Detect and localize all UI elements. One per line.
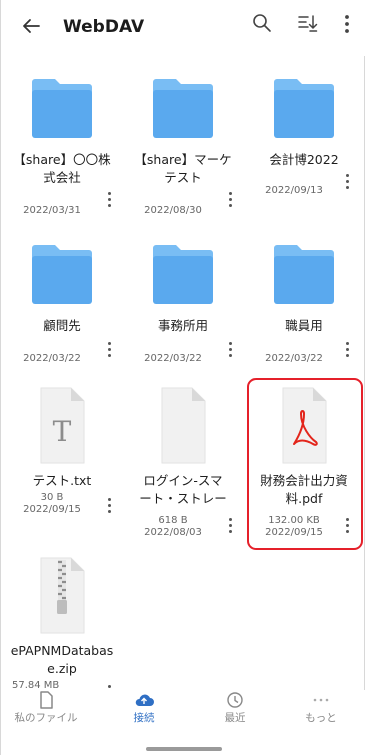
search-icon[interactable] xyxy=(251,12,273,34)
generic-file-icon xyxy=(161,387,206,464)
text-file-icon: T xyxy=(40,387,85,464)
item-name: 会計博2022 xyxy=(269,152,339,167)
nav-recent[interactable]: 最近 xyxy=(190,690,280,738)
item-date: 2022/03/22 xyxy=(265,353,323,364)
app-bar: WebDAV xyxy=(1,0,365,56)
folder-tile[interactable]: 【share】マーケ テスト 2022/08/30 xyxy=(123,74,243,236)
item-name: 【share】マーケ テスト xyxy=(134,152,232,185)
zip-file-icon xyxy=(40,557,85,634)
clock-icon xyxy=(227,692,243,708)
sort-icon[interactable] xyxy=(297,12,319,34)
page-title: WebDAV xyxy=(63,17,145,37)
file-grid: 【share】〇〇株 式会社 2022/03/31 【share】マーケ テスト… xyxy=(1,56,365,700)
folder-icon xyxy=(32,245,92,304)
more-vertical-icon[interactable] xyxy=(341,12,353,36)
item-date: 2022/03/31 xyxy=(23,205,81,216)
item-menu-icon[interactable] xyxy=(227,192,233,210)
folder-icon xyxy=(153,79,213,138)
item-name: 顧問先 xyxy=(43,318,81,333)
item-date: 2022/03/22 xyxy=(23,353,81,364)
home-indicator xyxy=(146,747,222,751)
more-horizontal-icon xyxy=(313,698,329,702)
item-menu-icon[interactable] xyxy=(227,342,233,360)
nav-more[interactable]: もっと xyxy=(276,690,365,738)
folder-tile[interactable]: 職員用 2022/03/22 xyxy=(244,240,364,380)
folder-tile[interactable]: 会計博2022 2022/09/13 xyxy=(244,74,364,236)
item-menu-icon[interactable] xyxy=(227,518,233,536)
item-name: 【share】〇〇株 式会社 xyxy=(13,152,111,185)
bottom-navigation: 私のファイル 接続 最近 もっと xyxy=(1,690,365,755)
nav-label: もっと xyxy=(305,712,337,724)
folder-icon xyxy=(274,245,334,304)
svg-text:T: T xyxy=(53,415,72,448)
item-date: 2022/09/15 xyxy=(23,504,81,515)
item-menu-icon[interactable] xyxy=(106,498,112,516)
folder-icon xyxy=(32,79,92,138)
selected-item-highlight xyxy=(247,378,363,550)
item-menu-icon[interactable] xyxy=(106,192,112,210)
item-name: ログイン-スマ ート・ストレー xyxy=(139,473,227,506)
file-tile[interactable]: T テスト.txt 30 B 2022/09/15 xyxy=(2,384,122,524)
file-tile[interactable]: ログイン-スマ ート・ストレー 618 B 2022/08/03 xyxy=(123,384,243,544)
item-date: 2022/08/03 xyxy=(144,527,202,538)
cloud-icon xyxy=(135,694,154,706)
file-icon xyxy=(40,691,53,709)
item-menu-icon[interactable] xyxy=(106,342,112,360)
item-name: ePAPNMDatabas e.zip xyxy=(10,643,114,676)
back-arrow-icon[interactable] xyxy=(19,14,43,38)
nav-connections[interactable]: 接続 xyxy=(99,690,189,738)
item-menu-icon[interactable] xyxy=(344,342,350,360)
item-date: 2022/09/13 xyxy=(265,185,323,196)
item-name: 職員用 xyxy=(285,318,323,333)
nav-my-files[interactable]: 私のファイル xyxy=(1,690,91,738)
folder-tile[interactable]: 顧問先 2022/03/22 xyxy=(2,240,122,380)
file-tile[interactable]: ePAPNMDatabas e.zip 57.84 MB xyxy=(2,554,122,704)
item-date: 2022/03/22 xyxy=(144,353,202,364)
item-date: 2022/08/30 xyxy=(144,205,202,216)
folder-icon xyxy=(153,245,213,304)
folder-icon xyxy=(274,79,334,138)
nav-label: 最近 xyxy=(224,712,246,724)
nav-label: 私のファイル xyxy=(14,712,78,724)
item-menu-icon[interactable] xyxy=(344,174,350,192)
item-name: 事務所用 xyxy=(157,318,208,333)
item-name: テスト.txt xyxy=(32,473,92,488)
nav-label: 接続 xyxy=(133,712,155,724)
app-screen: WebDAV 【share】〇〇株 式会社 2022/03/31 【share】… xyxy=(0,0,365,755)
folder-tile[interactable]: 【share】〇〇株 式会社 2022/03/31 xyxy=(2,74,122,236)
folder-tile[interactable]: 事務所用 2022/03/22 xyxy=(123,240,243,380)
